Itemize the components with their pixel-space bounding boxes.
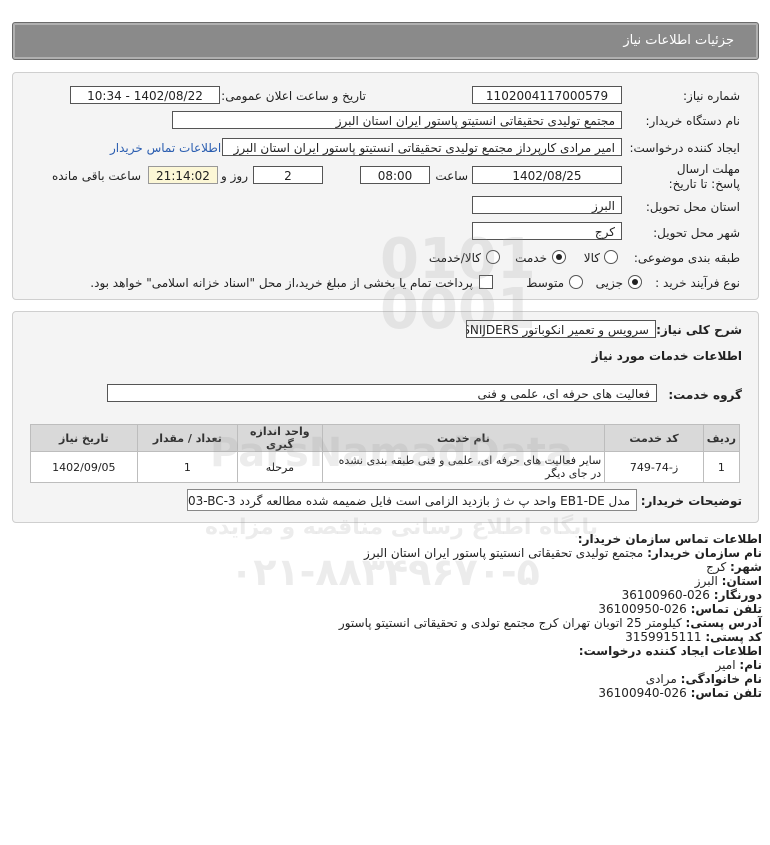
need-number-label: شماره نیاز: [683,89,740,103]
contact-province-value: البرز [694,574,718,588]
contact-address-value: کیلومتر 25 اتوبان تهران کرج مجتمع تولدی … [338,616,682,630]
buyer-city-line: شهر: کرج [706,560,762,574]
contact-postal-label: کد پستی: [705,630,762,644]
creator-field[interactable]: امیر مرادی کارپرداز مجتمع تولیدی تحقیقات… [222,138,622,156]
days-label: روز و [221,169,248,183]
requester-phone-label: تلفن تماس: [690,686,762,700]
province-label: استان محل تحویل: [645,200,740,214]
service-group-label: گروه خدمت: [668,388,742,402]
col-header-need-date: تاریخ نیاز [30,424,138,452]
col-header-row-number: ردیف [702,424,741,452]
service-group-field[interactable]: فعالیت های حرفه ای، علمی و فنی [107,384,657,402]
buyer-org-field[interactable]: مجتمع تولیدی تحقیقاتی انستیتو پاستور ایر… [172,111,622,129]
contact-city-value: کرج [706,560,727,574]
category-goods-radio[interactable] [604,250,618,264]
need-description-label: شرح کلی نیاز: [656,323,742,337]
process-minor-radio[interactable] [628,275,642,289]
page-header: جزئیات اطلاعات نیاز [12,22,759,60]
process-label: نوع فرآیند خرید : [655,276,740,290]
watermark-code-text: 0101 0001 [380,227,536,342]
contact-city-label: شهر: [730,560,762,574]
requester-name-label: نام: [739,658,762,672]
requester-contact-title: اطلاعات ایجاد کننده درخواست: [578,644,762,658]
row-number-cell: 1 [702,451,741,483]
contact-phone-value: 026-36100950 [598,602,687,616]
buyer-postal-line: کد پستی: 3159915111 [625,630,762,644]
buyer-address-line: آدرس پستی: کیلومتر 25 اتوبان تهران کرج م… [339,616,762,630]
buyer-org-line: نام سازمان خریدار: مجتمع تولیدی تحقیقاتی… [364,546,762,560]
category-service-radio[interactable] [552,250,566,264]
service-code-cell: ز-74-749 [604,451,704,483]
watermark-slogan-text: پایگاه اطلاع رسانی مناقصه و مزایده [205,515,598,540]
requester-name-line: نام: امیر [716,658,762,672]
requester-family-label: نام خانوادگی: [680,672,762,686]
requester-phone-value: 026-36100940 [598,686,687,700]
requester-name-value: امیر [715,658,736,672]
category-label: طبقه بندی موضوعی: [633,251,740,265]
deadline-time-field[interactable]: 08:00 [360,166,430,184]
creator-label: ایجاد کننده درخواست: [629,141,740,155]
buyer-province-line: استان: البرز [695,574,762,588]
category-goods-label: کالا [583,251,600,265]
watermark-brand-text: ParsNamadData [210,430,573,476]
buyer-contact-link[interactable]: اطلاعات تماس خریدار [110,141,221,155]
buyer-contact-title: اطلاعات تماس سازمان خریدار: [577,532,762,546]
contact-address-label: آدرس پستی: [685,616,762,630]
col-header-service-code: کد خدمت [604,424,704,452]
buyer-phone-line: تلفن تماس: 026-36100950 [598,602,762,616]
contact-fax-value: 026-36100960 [621,588,710,602]
page-title: جزئیات اطلاعات نیاز [623,33,734,48]
buyer-fax-line: دورنگار: 026-36100960 [622,588,762,602]
deadline-time-label: ساعت [435,169,468,183]
province-field[interactable]: البرز [472,196,622,214]
services-section-title: اطلاعات خدمات مورد نیاز [591,349,742,363]
process-medium-radio[interactable] [569,275,583,289]
announce-label: تاریخ و ساعت اعلان عمومی: [221,89,366,103]
requester-phone-line: تلفن تماس: 026-36100940 [598,686,762,700]
contact-fax-label: دورنگار: [713,588,762,602]
contact-org-value: مجتمع تولیدی تحقیقاتی انستیتو پاستور ایر… [364,546,644,560]
city-label: شهر محل تحویل: [653,226,740,240]
remaining-time-label: ساعت باقی مانده [51,169,141,183]
buyer-org-label: نام دستگاه خریدار: [645,114,741,128]
requester-family-value: مرادی [645,672,677,686]
deadline-date-field[interactable]: 1402/08/25 [472,166,622,184]
announce-field[interactable]: 1402/08/22 - 10:34 [70,86,220,104]
need-date-cell: 1402/09/05 [30,451,138,483]
process-minor-label: جزیی [595,276,623,290]
deadline-label: مهلت ارسال پاسخ: تا تاریخ: [668,162,740,191]
need-number-field[interactable]: 1102004117000579 [472,86,622,104]
contact-postal-value: 3159915111 [625,630,702,644]
remaining-time-field: 21:14:02 [148,166,218,184]
contact-province-label: استان: [721,574,762,588]
contact-phone-label: تلفن تماس: [690,602,762,616]
buyer-notes-field: مدل EB1-DE واحد پ ث ژ بازدید الزامی است … [187,489,637,511]
buyer-notes-label: توضیحات خریدار: [640,494,742,508]
requester-family-line: نام خانوادگی: مرادی [646,672,762,686]
contact-org-label: نام سازمان خریدار: [647,546,762,560]
days-remaining-field: 2 [253,166,323,184]
